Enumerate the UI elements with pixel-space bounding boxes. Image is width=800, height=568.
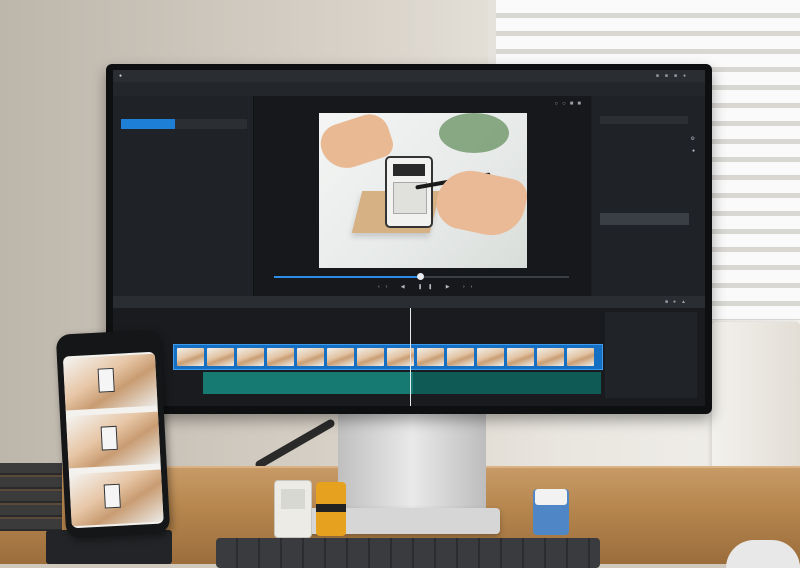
inspector-field[interactable]: [600, 116, 688, 124]
gear-icon[interactable]: ⚙: [691, 136, 695, 142]
export-button[interactable]: [600, 213, 689, 225]
seek-progress: [274, 276, 419, 278]
seek-handle[interactable]: [417, 273, 424, 280]
audio-track-tail[interactable]: [413, 372, 601, 394]
clip-thumbnail[interactable]: [357, 348, 384, 366]
timeline-header: ■●▲: [113, 296, 705, 308]
clip-thumbnail[interactable]: [237, 348, 264, 366]
smartphone: [55, 329, 171, 539]
inspector-row[interactable]: ⚙: [600, 136, 697, 144]
viewer-icons[interactable]: ○○■■: [555, 101, 586, 107]
media-subheader: [117, 110, 249, 116]
clip-thumbnail[interactable]: [177, 348, 204, 366]
toggle-icon[interactable]: ●: [692, 148, 695, 154]
viewer-panel: ○○■■ ‹‹ ◀ ❚❚ ▶ ››: [254, 96, 591, 296]
clip-thumbnail[interactable]: [267, 348, 294, 366]
phone-video-thumb: [66, 411, 161, 469]
device-display: [281, 489, 305, 509]
clip-thumbnail[interactable]: [507, 348, 534, 366]
inspector-options[interactable]: [600, 182, 697, 198]
media-panel: [113, 96, 254, 296]
clip-thumbnail[interactable]: [327, 348, 354, 366]
inspector-row[interactable]: ●: [600, 148, 697, 156]
status-icons[interactable]: ■■■●: [656, 70, 692, 82]
right-hand: [431, 164, 527, 242]
media-header: [117, 100, 249, 108]
menu-bar: ● ■■■●: [113, 70, 705, 82]
phone-video-thumb: [69, 469, 164, 527]
device-white: [274, 480, 312, 538]
transport-icons[interactable]: ‹‹ ◀ ❚❚ ▶ ››: [378, 284, 478, 290]
video-track[interactable]: [173, 344, 603, 370]
book-stack: [0, 463, 62, 531]
timeline-tools[interactable]: ■●▲: [665, 296, 691, 308]
toolbar: [113, 82, 705, 96]
phone-video-thumb: [62, 353, 158, 411]
monitor-stand: [338, 402, 486, 514]
inspector-row[interactable]: [600, 162, 697, 170]
timeline: [113, 308, 705, 406]
phone-screen: [62, 351, 164, 529]
video-preview: [319, 113, 527, 268]
meter-device: [385, 156, 433, 228]
audio-track[interactable]: [203, 372, 413, 394]
apple-icon[interactable]: ●: [119, 73, 122, 79]
device-blue: [533, 489, 569, 535]
plant: [439, 113, 509, 153]
device-yellow: [316, 482, 346, 536]
editor-screen: ● ■■■● ○○■■ ‹‹ ◀ ❚❚ ▶ ›› ⚙ ● ■●▲: [113, 70, 705, 406]
clip-thumbnail[interactable]: [447, 348, 474, 366]
playback-controls: ‹‹ ◀ ❚❚ ▶ ››: [254, 284, 591, 294]
meter-lcd: [393, 164, 425, 176]
clip-thumbnail[interactable]: [537, 348, 564, 366]
inspector-panel: ⚙ ●: [592, 96, 705, 296]
clip-thumbnail[interactable]: [477, 348, 504, 366]
media-selected-item[interactable]: [121, 119, 175, 129]
clip-thumbnail[interactable]: [207, 348, 234, 366]
device-band: [316, 504, 346, 512]
timeline-ruler[interactable]: [169, 308, 601, 318]
clip-thumbnail[interactable]: [297, 348, 324, 366]
timeline-side-panel: [605, 312, 697, 398]
device-top: [535, 489, 567, 505]
clip-thumbnail[interactable]: [567, 348, 594, 366]
playhead[interactable]: [410, 308, 411, 406]
clip-thumbnail[interactable]: [417, 348, 444, 366]
media-item[interactable]: [175, 119, 247, 129]
